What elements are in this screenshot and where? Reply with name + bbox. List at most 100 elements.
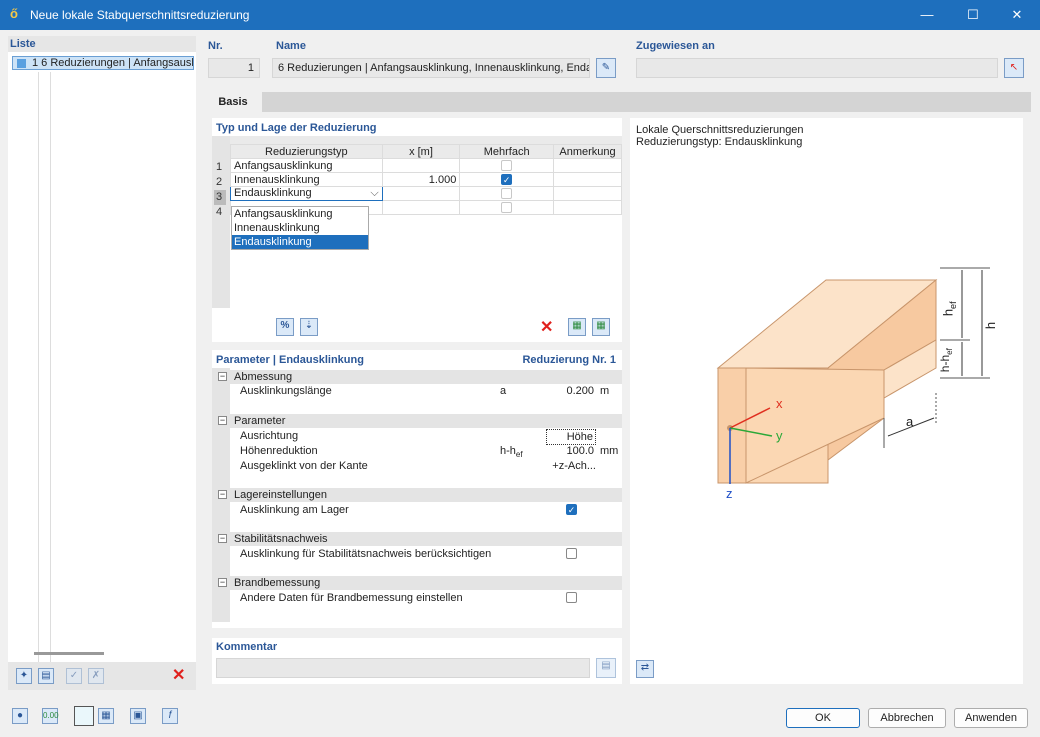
x-cell[interactable]: [381, 186, 461, 201]
tab-bar: [204, 92, 1031, 112]
param-symbol-sub: ef: [515, 450, 523, 460]
group-stabilitaet[interactable]: − Stabilitätsnachweis: [212, 532, 622, 546]
help-icon[interactable]: ●: [12, 708, 28, 724]
ok-button[interactable]: OK: [786, 708, 860, 728]
anwenden-button[interactable]: Anwenden: [954, 708, 1028, 728]
param-title-right: Reduzierung Nr. 1: [522, 354, 616, 366]
kante-select[interactable]: +z-Ach...: [542, 459, 596, 473]
mehrfach-cell[interactable]: ✓: [459, 172, 555, 187]
group-lager[interactable]: − Lagereinstellungen: [212, 488, 622, 502]
typ-select[interactable]: Endausklinkung ⌵: [230, 186, 383, 201]
formula-icon[interactable]: f: [162, 708, 178, 724]
close-button[interactable]: ✕: [994, 0, 1040, 30]
zugewiesen-field[interactable]: [636, 58, 998, 78]
mehrfach-checkbox[interactable]: [501, 202, 513, 214]
nr-field[interactable]: 1: [208, 58, 260, 78]
param-label: Ausrichtung: [240, 430, 299, 442]
typ-dropdown-list[interactable]: Anfangsausklinkung Innenausklinkung Enda…: [231, 206, 369, 250]
list-item-label: 1 6 Reduzierungen | Anfangsausk: [32, 57, 194, 69]
param-row[interactable]: Ausklinkung am Lager ✓: [212, 503, 622, 517]
dropdown-option-selected[interactable]: Endausklinkung: [232, 235, 368, 249]
am-lager-checkbox[interactable]: ✓: [566, 504, 577, 515]
tree-line: [50, 72, 51, 682]
maximize-button[interactable]: ☐: [950, 0, 996, 30]
x-cell[interactable]: [381, 158, 461, 173]
stabilitaet-checkbox[interactable]: [566, 548, 577, 559]
collapse-icon[interactable]: −: [218, 578, 227, 587]
row-number: 4: [216, 206, 223, 218]
anmerkung-cell[interactable]: [553, 158, 622, 173]
ausklinkungslaenge-value[interactable]: 0.200: [548, 384, 594, 398]
ausrichtung-select[interactable]: Höhe: [546, 429, 596, 445]
table-row[interactable]: Anfangsausklinkung: [230, 158, 622, 173]
mehrfach-cell[interactable]: [459, 200, 555, 215]
label-hhef: h-hef: [938, 348, 954, 372]
typ-cell[interactable]: Anfangsausklinkung: [230, 158, 383, 173]
mehrfach-cell[interactable]: [459, 158, 555, 173]
select-pointer-icon[interactable]: ↖: [1004, 58, 1024, 78]
units-icon[interactable]: 0.00: [42, 708, 59, 724]
view-icon[interactable]: ▣: [130, 708, 146, 724]
brand-checkbox[interactable]: [566, 592, 577, 603]
hoehenreduktion-value[interactable]: 100.0: [548, 444, 594, 458]
kommentar-panel: Kommentar ▤: [212, 638, 622, 684]
group-brand[interactable]: − Brandbemessung: [212, 576, 622, 590]
table-row[interactable]: Innenausklinkung 1.000 ✓: [230, 172, 622, 187]
tab-basis[interactable]: Basis: [204, 92, 262, 112]
export-icon[interactable]: ▦: [592, 318, 610, 336]
collapse-icon[interactable]: −: [218, 416, 227, 425]
chevron-down-icon[interactable]: ⌵: [370, 187, 378, 200]
list-item[interactable]: 1 6 Reduzierungen | Anfangsausk: [12, 56, 194, 70]
check-all-icon[interactable]: ✓: [66, 668, 82, 684]
mehrfach-checkbox[interactable]: ✓: [501, 174, 513, 186]
mehrfach-cell[interactable]: [459, 186, 555, 201]
edit-name-icon[interactable]: ✎: [596, 58, 616, 78]
param-row[interactable]: Ausgeklinkt von der Kante +z-Ach...: [212, 459, 622, 473]
percent-icon[interactable]: %: [276, 318, 294, 336]
mehrfach-checkbox[interactable]: [501, 188, 513, 200]
typ-cell[interactable]: Innenausklinkung: [230, 172, 383, 187]
abbrechen-button[interactable]: Abbrechen: [868, 708, 946, 728]
group-label: Parameter: [234, 415, 286, 427]
anmerkung-cell[interactable]: [553, 186, 622, 201]
display-icon[interactable]: ▦: [98, 708, 114, 724]
kommentar-field[interactable]: [216, 658, 590, 678]
anmerkung-cell[interactable]: [553, 200, 622, 215]
color-icon[interactable]: [74, 706, 94, 726]
table-row[interactable]: Endausklinkung ⌵: [230, 186, 622, 201]
dropdown-option[interactable]: Anfangsausklinkung: [232, 207, 368, 221]
param-row[interactable]: Andere Daten für Brandbemessung einstell…: [212, 591, 622, 605]
sort-icon[interactable]: ⇣: [300, 318, 318, 336]
dropdown-option[interactable]: Innenausklinkung: [232, 221, 368, 235]
item-color-icon: [17, 59, 26, 68]
group-parameter[interactable]: − Parameter: [212, 414, 622, 428]
uncheck-all-icon[interactable]: ✗: [88, 668, 104, 684]
anmerkung-cell[interactable]: [553, 172, 622, 187]
param-symbol: a: [500, 385, 507, 397]
x-cell[interactable]: 1.000: [381, 172, 461, 187]
label-z: z: [726, 486, 733, 501]
name-field[interactable]: 6 Reduzierungen | Anfangsausklinkung, In…: [272, 58, 590, 78]
mehrfach-checkbox[interactable]: [501, 160, 513, 172]
group-abmessung[interactable]: − Abmessung: [212, 370, 622, 384]
new-item-icon[interactable]: ✦: [16, 668, 32, 684]
import-icon[interactable]: ▦: [568, 318, 586, 336]
typ-title: Typ und Lage der Reduzierung: [216, 122, 377, 134]
tree-line: [38, 72, 39, 682]
collapse-icon[interactable]: −: [218, 490, 227, 499]
param-row[interactable]: Ausklinkung für Stabilitätsnachweis berü…: [212, 547, 622, 561]
param-row[interactable]: Ausrichtung Höhe: [212, 429, 622, 445]
x-cell[interactable]: [381, 200, 461, 215]
copy-item-icon[interactable]: ▤: [38, 668, 54, 684]
collapse-icon[interactable]: −: [218, 372, 227, 381]
param-row[interactable]: Höhenreduktion h-hef 100.0 mm: [212, 444, 622, 460]
delete-icon[interactable]: ✕: [172, 668, 185, 684]
col-header: Reduzierungstyp: [230, 144, 383, 159]
kommentar-library-icon[interactable]: ▤: [596, 658, 616, 678]
collapse-icon[interactable]: −: [218, 534, 227, 543]
delete-row-icon[interactable]: ✕: [540, 320, 553, 336]
minimize-button[interactable]: —: [904, 0, 950, 30]
param-row[interactable]: Ausklinkungslänge a 0.200 m: [212, 384, 622, 398]
horizontal-scrollbar[interactable]: [34, 652, 104, 655]
preview-options-icon[interactable]: ⇄: [636, 660, 654, 678]
